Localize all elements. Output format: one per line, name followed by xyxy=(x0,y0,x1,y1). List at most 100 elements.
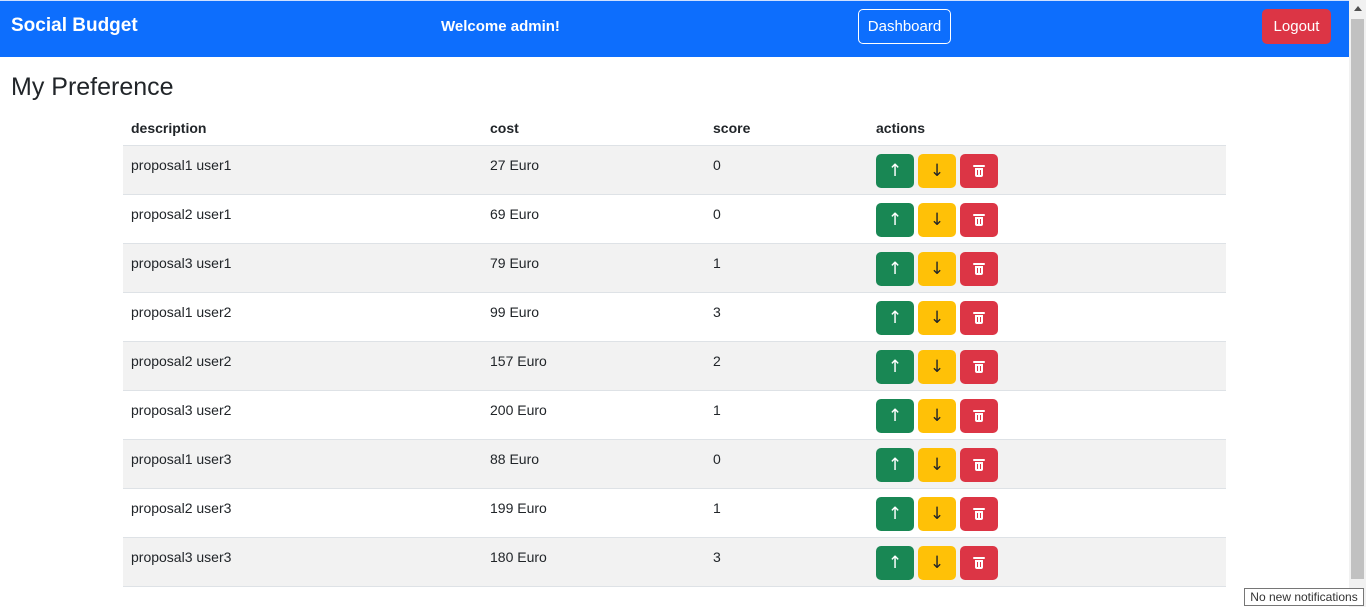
trash-icon xyxy=(973,263,985,275)
arrow-up-icon: ↑ xyxy=(887,357,903,377)
delete-button[interactable] xyxy=(960,399,998,433)
top-navbar: Social Budget Welcome admin! Dashboard L… xyxy=(0,0,1349,57)
cell-actions: ↑ ↓ xyxy=(868,243,1226,293)
delete-button[interactable] xyxy=(960,301,998,335)
cell-score: 3 xyxy=(705,292,868,342)
cell-score: 1 xyxy=(705,488,868,538)
dashboard-button[interactable]: Dashboard xyxy=(858,9,951,44)
cell-cost: 200 Euro xyxy=(482,390,705,440)
arrow-down-icon: ↓ xyxy=(929,357,945,377)
table-row: proposal2 user2 157 Euro 2 ↑ ↓ xyxy=(123,341,1226,391)
cell-score: 0 xyxy=(705,439,868,489)
vertical-scrollbar[interactable] xyxy=(1349,0,1366,607)
scrollbar-thumb[interactable] xyxy=(1351,19,1364,579)
arrow-down-icon: ↓ xyxy=(929,406,945,426)
cell-actions: ↑ ↓ xyxy=(868,390,1226,440)
delete-button[interactable] xyxy=(960,546,998,580)
delete-button[interactable] xyxy=(960,203,998,237)
arrow-down-icon: ↓ xyxy=(929,308,945,328)
scroll-up-arrow-icon[interactable] xyxy=(1349,0,1366,17)
cell-description: proposal3 user3 xyxy=(123,537,482,587)
arrow-up-icon: ↑ xyxy=(887,259,903,279)
move-up-button[interactable]: ↑ xyxy=(876,203,914,237)
move-up-button[interactable]: ↑ xyxy=(876,448,914,482)
move-up-button[interactable]: ↑ xyxy=(876,154,914,188)
arrow-up-icon: ↑ xyxy=(887,308,903,328)
cell-description: proposal1 user3 xyxy=(123,439,482,489)
column-header-score: score xyxy=(705,110,868,146)
trash-icon xyxy=(973,459,985,471)
cell-description: proposal3 user2 xyxy=(123,390,482,440)
delete-button[interactable] xyxy=(960,252,998,286)
column-header-actions: actions xyxy=(868,110,1226,146)
cell-cost: 157 Euro xyxy=(482,341,705,391)
move-down-button[interactable]: ↓ xyxy=(918,301,956,335)
cell-cost: 99 Euro xyxy=(482,292,705,342)
trash-icon xyxy=(973,312,985,324)
move-down-button[interactable]: ↓ xyxy=(918,350,956,384)
move-down-button[interactable]: ↓ xyxy=(918,154,956,188)
cell-description: proposal3 user1 xyxy=(123,243,482,293)
column-header-cost: cost xyxy=(482,110,705,146)
column-header-description: description xyxy=(123,110,482,146)
table-row: proposal1 user2 99 Euro 3 ↑ ↓ xyxy=(123,292,1226,342)
cell-actions: ↑ ↓ xyxy=(868,488,1226,538)
cell-description: proposal2 user1 xyxy=(123,194,482,244)
cell-actions: ↑ ↓ xyxy=(868,292,1226,342)
delete-button[interactable] xyxy=(960,154,998,188)
arrow-down-icon: ↓ xyxy=(929,504,945,524)
delete-button[interactable] xyxy=(960,448,998,482)
trash-icon xyxy=(973,508,985,520)
move-up-button[interactable]: ↑ xyxy=(876,301,914,335)
table-row: proposal3 user3 180 Euro 3 ↑ ↓ xyxy=(123,537,1226,587)
cell-actions: ↑ ↓ xyxy=(868,194,1226,244)
arrow-up-icon: ↑ xyxy=(887,406,903,426)
cell-actions: ↑ ↓ xyxy=(868,439,1226,489)
cell-cost: 69 Euro xyxy=(482,194,705,244)
cell-score: 0 xyxy=(705,194,868,244)
cell-cost: 88 Euro xyxy=(482,439,705,489)
cell-score: 3 xyxy=(705,537,868,587)
delete-button[interactable] xyxy=(960,350,998,384)
arrow-up-icon: ↑ xyxy=(887,161,903,181)
arrow-down-icon: ↓ xyxy=(929,553,945,573)
move-up-button[interactable]: ↑ xyxy=(876,399,914,433)
cell-description: proposal2 user2 xyxy=(123,341,482,391)
table-row: proposal1 user3 88 Euro 0 ↑ ↓ xyxy=(123,439,1226,489)
cell-cost: 199 Euro xyxy=(482,488,705,538)
cell-score: 0 xyxy=(705,145,868,195)
move-up-button[interactable]: ↑ xyxy=(876,546,914,580)
move-down-button[interactable]: ↓ xyxy=(918,399,956,433)
cell-actions: ↑ ↓ xyxy=(868,537,1226,587)
trash-icon xyxy=(973,410,985,422)
cell-score: 2 xyxy=(705,341,868,391)
trash-icon xyxy=(973,557,985,569)
table-row: proposal3 user2 200 Euro 1 ↑ ↓ xyxy=(123,390,1226,440)
trash-icon xyxy=(973,361,985,373)
delete-button[interactable] xyxy=(960,497,998,531)
trash-icon xyxy=(973,165,985,177)
move-down-button[interactable]: ↓ xyxy=(918,546,956,580)
move-up-button[interactable]: ↑ xyxy=(876,350,914,384)
table-row: proposal2 user3 199 Euro 1 ↑ ↓ xyxy=(123,488,1226,538)
table-row: proposal2 user1 69 Euro 0 ↑ ↓ xyxy=(123,194,1226,244)
cell-actions: ↑ ↓ xyxy=(868,145,1226,195)
trash-icon xyxy=(973,214,985,226)
move-down-button[interactable]: ↓ xyxy=(918,203,956,237)
arrow-down-icon: ↓ xyxy=(929,210,945,230)
move-up-button[interactable]: ↑ xyxy=(876,252,914,286)
move-down-button[interactable]: ↓ xyxy=(918,448,956,482)
move-up-button[interactable]: ↑ xyxy=(876,497,914,531)
page-title: My Preference xyxy=(11,73,174,101)
cell-score: 1 xyxy=(705,243,868,293)
arrow-down-icon: ↓ xyxy=(929,161,945,181)
brand-title[interactable]: Social Budget xyxy=(11,15,138,37)
cell-description: proposal1 user1 xyxy=(123,145,482,195)
move-down-button[interactable]: ↓ xyxy=(918,252,956,286)
logout-button[interactable]: Logout xyxy=(1262,9,1331,44)
cell-description: proposal2 user3 xyxy=(123,488,482,538)
arrow-up-icon: ↑ xyxy=(887,210,903,230)
table-row: proposal1 user1 27 Euro 0 ↑ ↓ xyxy=(123,145,1226,195)
arrow-up-icon: ↑ xyxy=(887,504,903,524)
move-down-button[interactable]: ↓ xyxy=(918,497,956,531)
